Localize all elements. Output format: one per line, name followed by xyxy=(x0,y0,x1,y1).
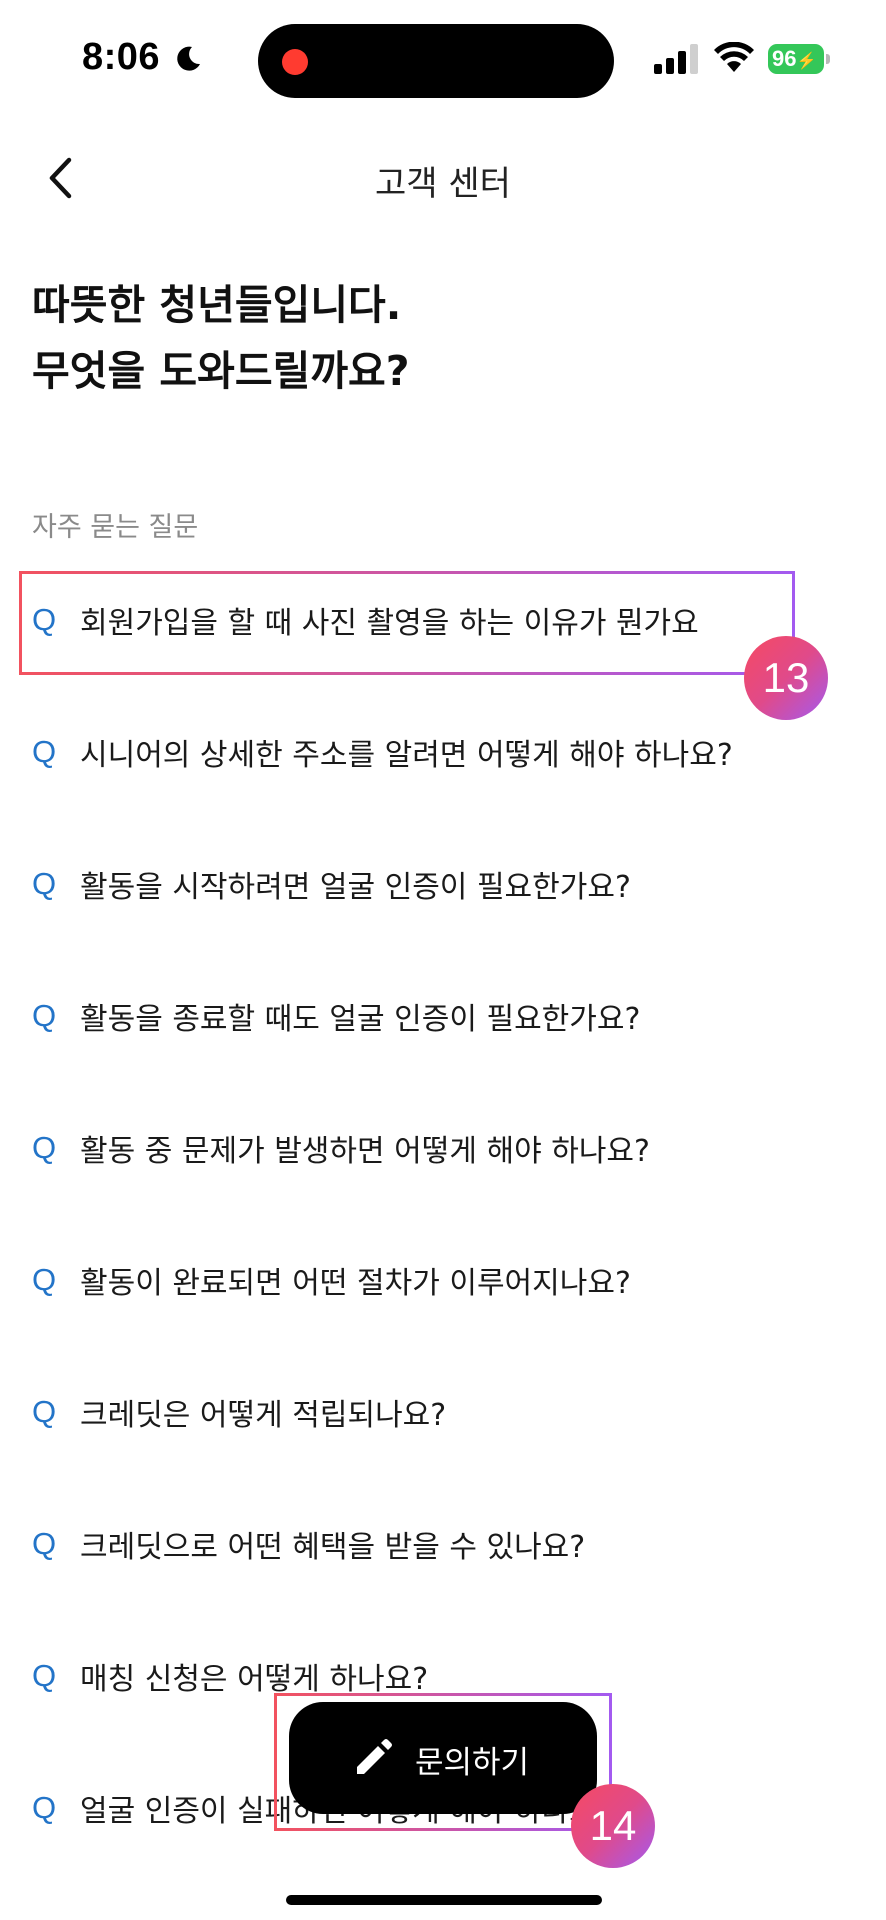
inquiry-button[interactable]: 문의하기 xyxy=(289,1702,597,1814)
q-marker: Q xyxy=(32,1262,57,1297)
faq-question: 시니어의 상세한 주소를 알려면 어떻게 해야 하나요? xyxy=(80,738,733,773)
status-bar: 8:06 96⚡ xyxy=(0,0,886,120)
faq-item[interactable]: Q 활동을 시작하려면 얼굴 인증이 필요한가요? xyxy=(0,824,886,956)
cellular-signal-icon xyxy=(654,44,698,74)
inquiry-button-label: 문의하기 xyxy=(415,1745,530,1781)
q-marker: Q xyxy=(32,602,57,637)
faq-item[interactable]: Q 크레딧은 어떻게 적립되나요? xyxy=(0,1352,886,1484)
status-time: 8:06 xyxy=(82,36,161,78)
recording-indicator-icon xyxy=(282,49,308,75)
nav-bar: 고객 센터 xyxy=(0,140,886,220)
faq-item[interactable]: Q 크레딧으로 어떤 혜택을 받을 수 있나요? xyxy=(0,1484,886,1616)
greeting-line-1: 따뜻한 청년들입니다. xyxy=(32,281,402,329)
q-marker: Q xyxy=(32,1394,57,1429)
home-indicator[interactable] xyxy=(286,1895,602,1905)
battery-icon: 96⚡ xyxy=(768,44,832,74)
faq-question: 활동이 완료되면 어떤 절차가 이루어지나요? xyxy=(80,1266,631,1301)
faq-question: 회원가입을 할 때 사진 촬영을 하는 이유가 뭔가요 xyxy=(80,606,699,641)
q-marker: Q xyxy=(32,998,57,1033)
q-marker: Q xyxy=(32,1526,57,1561)
faq-item[interactable]: Q 활동 중 문제가 발생하면 어떻게 해야 하나요? xyxy=(0,1088,886,1220)
faq-question: 매칭 신청은 어떻게 하나요? xyxy=(80,1662,429,1697)
faq-question: 활동을 종료할 때도 얼굴 인증이 필요한가요? xyxy=(80,1002,641,1037)
q-marker: Q xyxy=(32,866,57,901)
battery-level: 96⚡ xyxy=(768,44,824,74)
faq-question: 크레딧은 어떻게 적립되나요? xyxy=(80,1398,447,1433)
faq-list: Q 회원가입을 할 때 사진 촬영을 하는 이유가 뭔가요 Q 시니어의 상세한… xyxy=(0,560,886,1880)
moon-icon xyxy=(177,46,200,71)
q-marker: Q xyxy=(32,1790,57,1825)
dynamic-island xyxy=(258,24,614,98)
faq-item[interactable]: Q 활동이 완료되면 어떤 절차가 이루어지나요? xyxy=(0,1220,886,1352)
faq-question: 활동 중 문제가 발생하면 어떻게 해야 하나요? xyxy=(80,1134,650,1169)
greeting-headline: 따뜻한 청년들입니다. 무엇을 도와드릴까요? xyxy=(32,272,410,404)
faq-question: 크레딧으로 어떤 혜택을 받을 수 있나요? xyxy=(80,1530,586,1565)
q-marker: Q xyxy=(32,1130,57,1165)
annotation-badge-14: 14 xyxy=(571,1784,655,1868)
wifi-icon xyxy=(714,42,754,72)
faq-question: 활동을 시작하려면 얼굴 인증이 필요한가요? xyxy=(80,870,631,905)
faq-item[interactable]: Q 활동을 종료할 때도 얼굴 인증이 필요한가요? xyxy=(0,956,886,1088)
q-marker: Q xyxy=(32,1658,57,1693)
page-title: 고객 센터 xyxy=(375,164,511,204)
greeting-line-2: 무엇을 도와드릴까요? xyxy=(32,347,410,395)
faq-section-label: 자주 묻는 질문 xyxy=(32,512,199,543)
faq-item[interactable]: Q 시니어의 상세한 주소를 알려면 어떻게 해야 하나요? xyxy=(0,692,886,824)
pencil-icon xyxy=(357,1739,392,1774)
annotation-badge-13: 13 xyxy=(744,636,828,720)
q-marker: Q xyxy=(32,734,57,769)
